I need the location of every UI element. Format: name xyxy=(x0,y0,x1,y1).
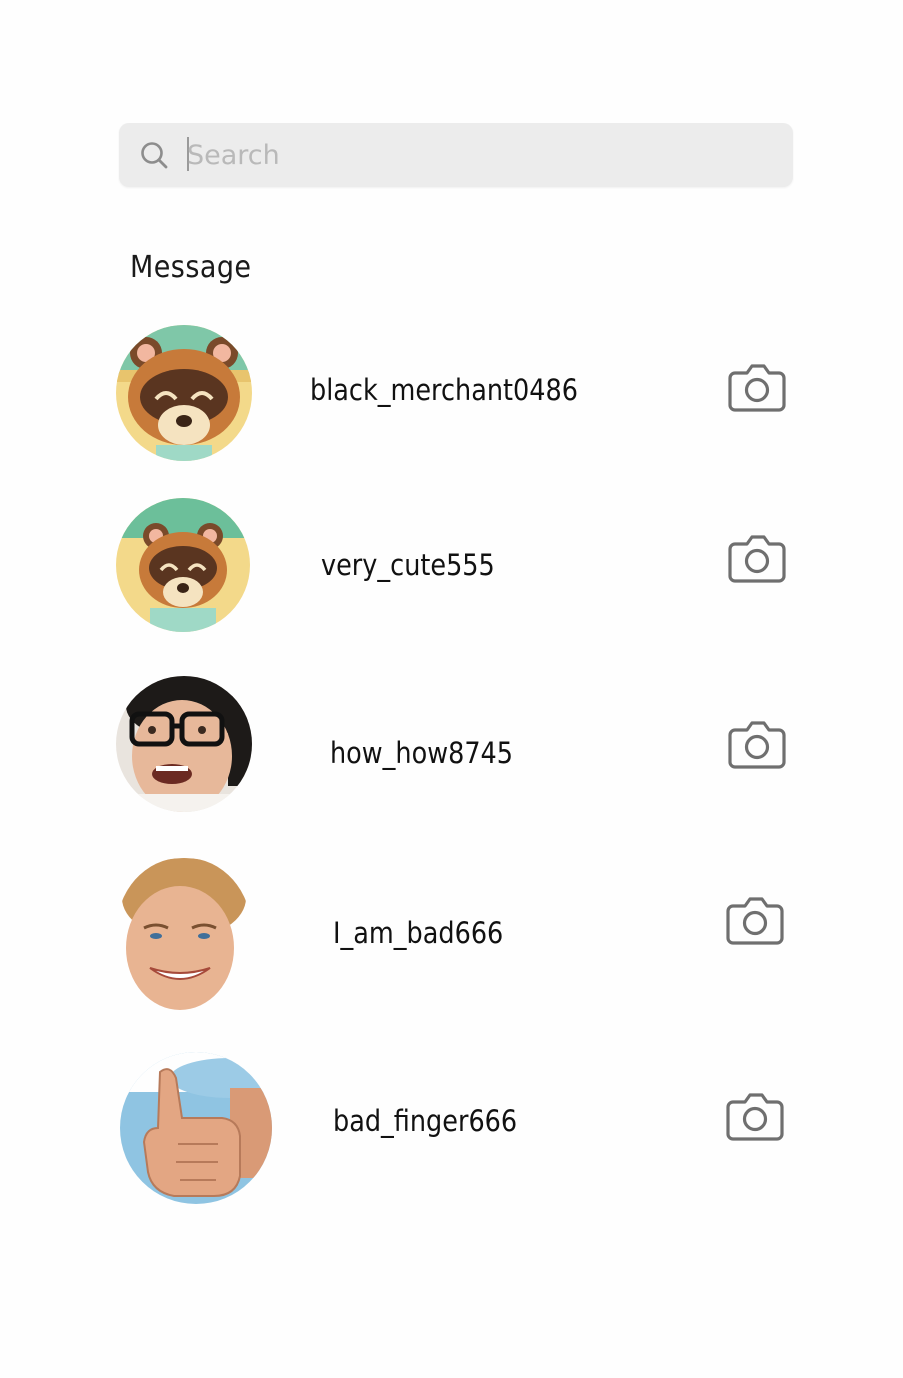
conversation-username[interactable]: how_how8745 xyxy=(330,736,513,770)
thumbs-up-hand-avatar[interactable] xyxy=(120,1052,272,1204)
conversation-username[interactable]: bad_finger666 xyxy=(333,1104,517,1138)
conversation-row[interactable]: bad_finger666 xyxy=(0,1052,903,1204)
smiling-blond-man-avatar[interactable] xyxy=(116,858,252,1012)
conversation-row[interactable]: how_how8745 xyxy=(0,676,903,826)
conversation-username[interactable]: black_merchant0486 xyxy=(310,373,578,407)
camera-icon[interactable] xyxy=(727,532,787,584)
camera-icon[interactable] xyxy=(727,361,787,413)
conversation-username[interactable]: very_cute555 xyxy=(321,548,495,582)
conversation-row[interactable]: black_merchant0486 xyxy=(0,325,903,475)
conversation-row[interactable]: I_am_bad666 xyxy=(0,858,903,1012)
camera-icon[interactable] xyxy=(725,1090,785,1142)
raccoon-shopkeeper-avatar[interactable] xyxy=(116,498,250,632)
search-input[interactable] xyxy=(187,133,777,177)
conversation-row[interactable]: very_cute555 xyxy=(0,498,903,648)
search-icon xyxy=(139,140,169,170)
search-bar[interactable] xyxy=(119,123,793,187)
camera-icon[interactable] xyxy=(725,894,785,946)
section-title: Message xyxy=(130,250,252,285)
man-with-glasses-avatar[interactable] xyxy=(116,676,252,812)
raccoon-shopkeeper-avatar[interactable] xyxy=(116,325,252,461)
camera-icon[interactable] xyxy=(727,718,787,770)
conversation-username[interactable]: I_am_bad666 xyxy=(333,916,503,950)
